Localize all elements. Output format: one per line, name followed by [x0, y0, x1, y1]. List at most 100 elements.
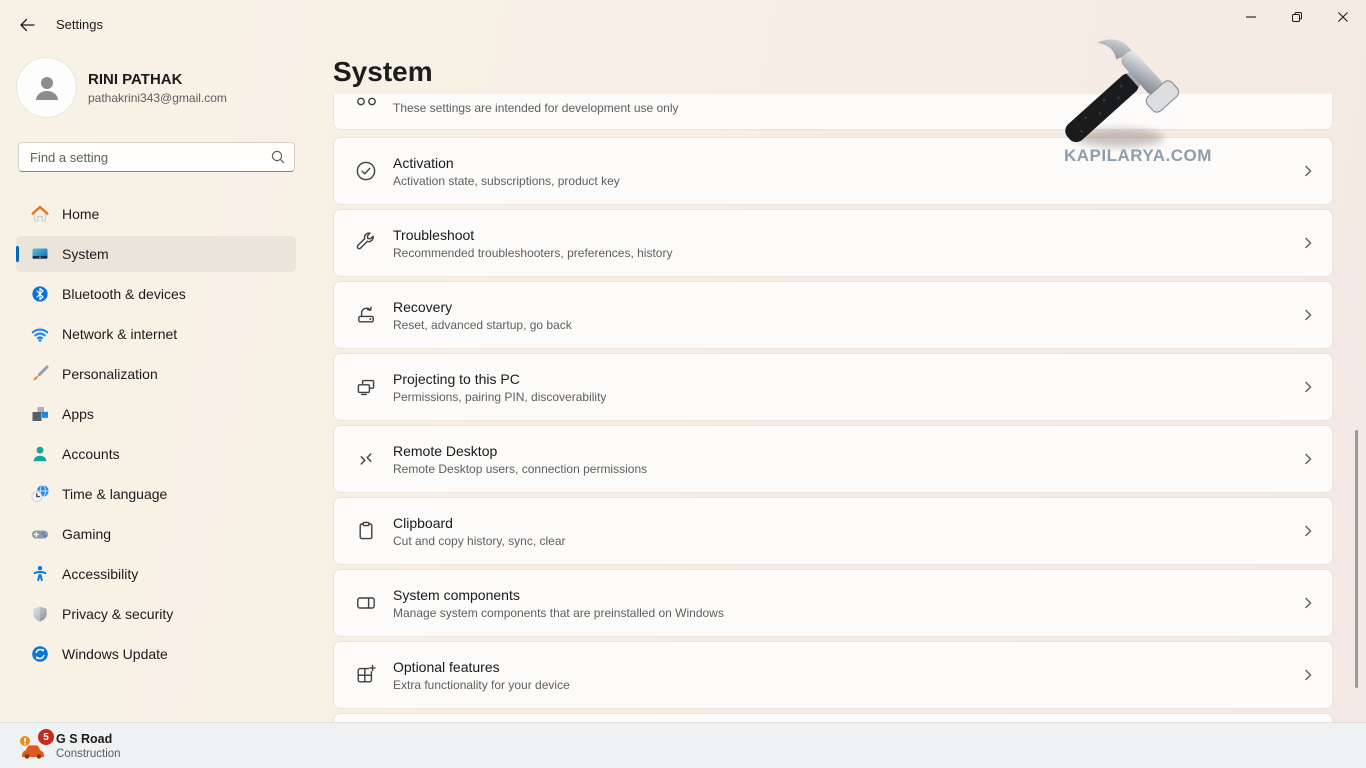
titlebar: Settings	[0, 0, 1366, 48]
projecting-screens-icon	[354, 375, 378, 399]
scrollbar-thumb[interactable]	[1355, 430, 1358, 688]
sidebar-item-label: Apps	[62, 406, 94, 422]
close-icon	[1337, 11, 1349, 23]
sidebar-item-gaming[interactable]: Gaming	[16, 516, 296, 552]
profile-name: RINI PATHAK	[88, 71, 182, 88]
sidebar-item-label: Time & language	[62, 486, 167, 502]
minimize-button[interactable]	[1228, 0, 1274, 34]
sidebar-item-label: Privacy & security	[62, 606, 173, 622]
sidebar-item-accounts[interactable]: Accounts	[16, 436, 296, 472]
notification-badge: 5	[38, 729, 54, 745]
card-clipboard[interactable]: Clipboard Cut and copy history, sync, cle…	[333, 497, 1333, 565]
sidebar-item-label: Accessibility	[62, 566, 138, 582]
card-projecting-to-this-pc[interactable]: Projecting to this PC Permissions, pairin…	[333, 353, 1333, 421]
for-developers-icon	[354, 95, 380, 109]
sidebar-item-privacy-security[interactable]: Privacy & security	[16, 596, 296, 632]
restore-button[interactable]	[1274, 0, 1320, 34]
card-remote-desktop[interactable]: Remote DesktopRemote Desktop users, conn…	[333, 425, 1333, 493]
wrench-icon	[354, 231, 378, 255]
card-recovery[interactable]: Recovery Reset, advanced startup, go back	[333, 281, 1333, 349]
sidebar-item-apps[interactable]: Apps	[16, 396, 296, 432]
sidebar-item-label: Windows Update	[62, 646, 168, 662]
card-description: Recommended troubleshooters, preferences…	[393, 246, 672, 260]
selected-indicator	[16, 246, 19, 262]
search-icon	[270, 149, 286, 165]
sidebar-item-label: Home	[62, 206, 99, 222]
apps-icon	[30, 404, 50, 424]
home-icon	[30, 204, 50, 224]
find-setting-searchbox[interactable]	[18, 142, 295, 172]
sidebar-item-personalization[interactable]: Personalization	[16, 356, 296, 392]
card-title: Activation	[393, 155, 620, 171]
sidebar-item-label: Gaming	[62, 526, 111, 542]
network-wifi-icon	[30, 324, 50, 344]
sidebar-item-label: Network & internet	[62, 326, 177, 342]
chevron-right-icon	[1300, 235, 1316, 251]
card-troubleshoot[interactable]: Troubleshoot Recommended troubleshooters,…	[333, 209, 1333, 277]
close-button[interactable]	[1320, 0, 1366, 34]
search-input[interactable]	[19, 143, 294, 171]
optional-features-icon	[354, 663, 378, 687]
recovery-reset-icon	[354, 303, 378, 327]
avatar[interactable]	[17, 58, 76, 117]
widgets-button[interactable]: G S Road Construction 5	[12, 727, 127, 765]
chevron-right-icon	[1300, 523, 1316, 539]
card-title: System components	[393, 587, 724, 603]
sidebar-item-label: System	[62, 246, 109, 262]
sidebar-item-system[interactable]: System	[16, 236, 296, 272]
chevron-right-icon	[1300, 451, 1316, 467]
sidebar-item-time-language[interactable]: Time & language	[16, 476, 296, 512]
sidebar-item-accessibility[interactable]: Accessibility	[16, 556, 296, 592]
sidebar-item-label: Accounts	[62, 446, 120, 462]
card-for-developers-partial[interactable]: These settings are intended for developm…	[333, 94, 1333, 130]
chevron-right-icon	[1300, 379, 1316, 395]
accounts-icon	[30, 444, 50, 464]
sidebar-item-label: Bluetooth & devices	[62, 286, 186, 302]
windows-update-icon	[30, 644, 50, 664]
clipboard-icon	[354, 519, 378, 543]
back-button[interactable]	[12, 11, 42, 39]
chevron-right-icon	[1300, 667, 1316, 683]
card-description: Cut and copy history, sync, clear	[393, 534, 566, 548]
card-description: Activation state, subscriptions, product…	[393, 174, 620, 188]
remote-desktop-icon	[354, 447, 378, 471]
accessibility-icon	[30, 564, 50, 584]
restore-icon	[1291, 11, 1303, 23]
taskbar: G S Road Construction 5 Search 1:51 PM 4…	[0, 722, 1366, 768]
card-description: Extra functionality for your device	[393, 678, 570, 692]
activation-check-icon	[354, 159, 378, 183]
system-components-icon	[354, 591, 378, 615]
time-language-icon	[30, 484, 50, 504]
card-title: Recovery	[393, 299, 572, 315]
card-title: Troubleshoot	[393, 227, 672, 243]
chevron-right-icon	[1300, 307, 1316, 323]
card-description: Reset, advanced startup, go back	[393, 318, 572, 332]
card-title: Optional features	[393, 659, 570, 675]
chevron-right-icon	[1300, 163, 1316, 179]
sidebar-item-bluetooth-devices[interactable]: Bluetooth & devices	[16, 276, 296, 312]
back-arrow-icon	[19, 17, 35, 33]
bluetooth-icon	[30, 284, 50, 304]
card-title: Clipboard	[393, 515, 566, 531]
system-icon	[30, 244, 50, 264]
card-optional-features[interactable]: Optional features Extra functionality for…	[333, 641, 1333, 709]
card-description: Manage system components that are preins…	[393, 606, 724, 620]
sidebar-item-home[interactable]: Home	[16, 196, 296, 232]
page-title: System	[333, 56, 433, 88]
sidebar-item-label: Personalization	[62, 366, 158, 382]
paintbrush-icon	[30, 364, 50, 384]
minimize-icon	[1245, 11, 1257, 23]
sidebar-item-windows-update[interactable]: Windows Update	[16, 636, 296, 672]
sidebar-item-network-internet[interactable]: Network & internet	[16, 316, 296, 352]
card-description: Permissions, pairing PIN, discoverabilit…	[393, 390, 606, 404]
person-icon	[30, 71, 64, 105]
card-title: Projecting to this PC	[393, 371, 606, 387]
gaming-gamepad-icon	[30, 524, 50, 544]
watermark-text: KAPILARYA.COM	[1064, 146, 1212, 166]
chevron-right-icon	[1300, 595, 1316, 611]
privacy-shield-icon	[30, 604, 50, 624]
profile-email: pathakrini343@gmail.com	[88, 91, 227, 105]
window-title: Settings	[56, 17, 103, 32]
card-description: These settings are intended for developm…	[393, 101, 679, 115]
card-system-components[interactable]: System components Manage system component…	[333, 569, 1333, 637]
